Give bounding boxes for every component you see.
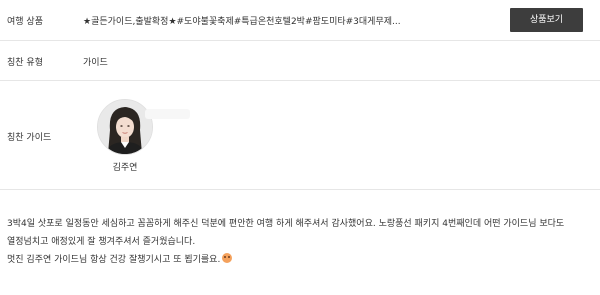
- guide-avatar: [97, 99, 153, 155]
- guide-portrait-icon: [98, 100, 152, 154]
- view-product-button[interactable]: 상품보기: [510, 8, 583, 32]
- product-label: 여행 상품: [7, 17, 43, 27]
- praise-type-label: 칭찬 유형: [7, 58, 43, 68]
- product-row: 여행 상품 ★골든가이드,출발확정★#도야불꽃축제#특급온천호텔2박#팜도미타#…: [0, 0, 600, 41]
- product-name: ★골든가이드,출발확정★#도야불꽃축제#특급온천호텔2박#팜도미타#3대게무제.…: [83, 17, 401, 27]
- review-line: 열정넘치고 애정있게 잘 챙겨주셔서 즐거웠습니다.: [7, 237, 196, 247]
- praise-guide-row: 칭찬 가이드 김주연: [0, 81, 600, 190]
- praise-guide-label: 칭찬 가이드: [7, 133, 52, 143]
- praise-type-value: 가이드: [83, 58, 108, 68]
- review-line: 3박4일 삿포로 일정동안 세심하고 꼼꼼하게 해주신 덕분에 편안한 여행 하…: [7, 219, 565, 229]
- review-detail-page: 여행 상품 ★골든가이드,출발확정★#도야불꽃축제#특급온천호텔2박#팜도미타#…: [0, 0, 600, 295]
- praise-type-row: 칭찬 유형 가이드: [0, 41, 600, 81]
- blurred-region: [145, 109, 190, 119]
- review-line-text: 멋진 김주연 가이드님 항상 건강 잘챙기시고 또 뵙기를요.: [7, 255, 221, 265]
- review-text: 3박4일 삿포로 일정동안 세심하고 꼼꼼하게 해주신 덕분에 편안한 여행 하…: [7, 215, 593, 269]
- guide-name: 김주연: [112, 163, 138, 173]
- review-line: 멋진 김주연 가이드님 항상 건강 잘챙기시고 또 뵙기를요.: [7, 251, 593, 269]
- smiling-face-icon: [222, 253, 233, 263]
